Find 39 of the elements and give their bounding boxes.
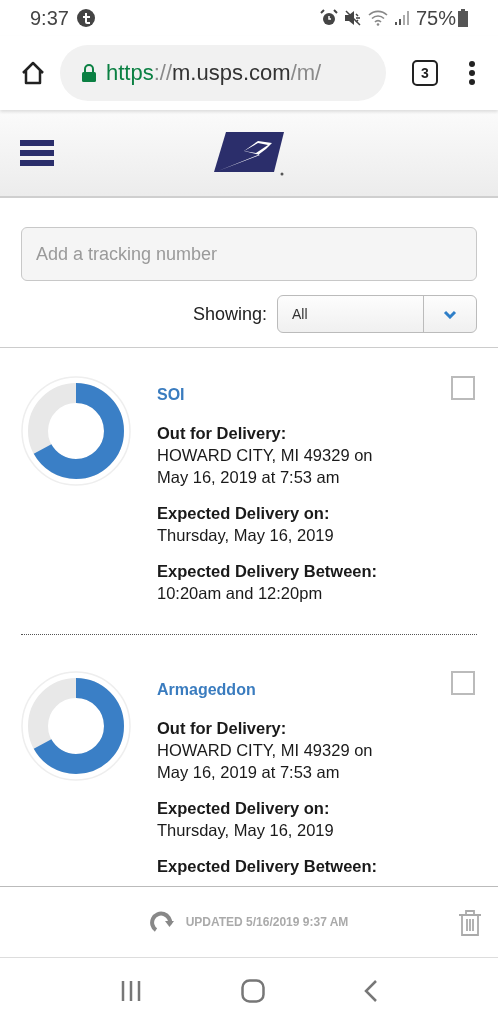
menu-icon[interactable] bbox=[20, 140, 54, 166]
home-button-icon[interactable] bbox=[241, 979, 265, 1003]
detail-label: Out for Delivery: bbox=[157, 718, 288, 739]
detail-value: Thursday, May 16, 2019 bbox=[157, 820, 335, 841]
signal-icon bbox=[393, 10, 410, 26]
select-checkbox[interactable] bbox=[451, 671, 475, 695]
detail-label: Expected Delivery on: bbox=[157, 798, 331, 819]
alarm-icon bbox=[319, 9, 338, 27]
chevron-down-icon bbox=[443, 309, 457, 319]
detail-value: HOWARD CITY, MI 49329 on May 16, 2019 at 7:53 am bbox=[157, 445, 374, 488]
detail-value: 10:20am and 12:20pm bbox=[157, 583, 324, 604]
lock-icon bbox=[82, 64, 96, 82]
more-menu-icon[interactable] bbox=[468, 60, 476, 86]
battery-percent: 75% bbox=[415, 6, 456, 30]
select-checkbox[interactable] bbox=[451, 376, 475, 400]
recent-apps-icon[interactable] bbox=[119, 981, 142, 1001]
back-icon[interactable] bbox=[364, 980, 379, 1002]
notification-icon bbox=[75, 8, 96, 28]
tab-count-button[interactable]: 3 bbox=[412, 60, 438, 86]
trash-icon[interactable] bbox=[458, 909, 482, 937]
detail-value: HOWARD CITY, MI 49329 on May 16, 2019 at 7:53 am bbox=[157, 740, 374, 783]
address-bar[interactable]: https://m.usps.com/m/ bbox=[60, 45, 386, 101]
clock-time: 9:37 bbox=[30, 6, 69, 30]
package-name-link[interactable]: SOI bbox=[157, 386, 425, 404]
wifi-icon bbox=[367, 10, 388, 26]
detail-label: Out for Delivery: bbox=[157, 423, 288, 444]
updated-timestamp: UPDATED 5/16/2019 9:37 AM bbox=[185, 915, 349, 929]
detail-label: Expected Delivery Between: bbox=[157, 561, 379, 582]
refresh-icon[interactable] bbox=[149, 910, 174, 934]
mute-icon bbox=[343, 9, 362, 27]
detail-value: Thursday, May 16, 2019 bbox=[157, 525, 335, 546]
detail-label: Expected Delivery on: bbox=[157, 503, 331, 524]
package-name-link[interactable]: Armageddon bbox=[157, 681, 425, 699]
showing-label: Showing: bbox=[192, 303, 267, 325]
filter-dropdown[interactable]: All bbox=[277, 295, 477, 333]
battery-icon bbox=[458, 9, 468, 27]
home-icon[interactable] bbox=[20, 60, 46, 86]
tracking-number-field[interactable]: Add a tracking number bbox=[21, 227, 477, 281]
detail-label: Expected Delivery Between: bbox=[157, 856, 379, 877]
